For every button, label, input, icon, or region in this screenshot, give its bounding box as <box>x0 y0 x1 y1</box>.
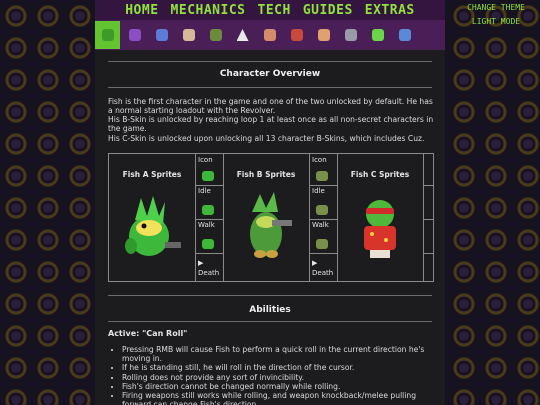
fish-icon <box>202 171 214 181</box>
fish-a-label: Fish A Sprites <box>122 170 182 179</box>
nav-tech[interactable]: TECH <box>258 3 291 18</box>
divider <box>108 87 432 88</box>
death-label: Death <box>312 269 334 277</box>
theme-actions: CHANGE THEME LIGHT MODE <box>452 1 540 29</box>
idle-cell: Idle <box>195 185 223 220</box>
icon-cell <box>423 154 433 186</box>
fish-c-label: Fish C Sprites <box>350 170 410 179</box>
idle-cell: Idle <box>309 185 337 220</box>
active-ability-label: Active: "Can Roll" <box>108 329 188 338</box>
character-selector <box>95 20 445 50</box>
icon-label: Icon <box>198 156 213 164</box>
crystal-icon <box>128 29 141 41</box>
walk-cell <box>423 219 433 254</box>
plant-icon <box>209 29 222 41</box>
fish-b-variants: Icon Idle Walk ▶ Death <box>309 154 338 281</box>
list-item: Firing weapons still works while rolling… <box>122 391 442 405</box>
list-item: If he is standing still, he will roll in… <box>122 363 442 372</box>
fish-b-sprite <box>236 190 296 266</box>
fish-a-sprite <box>119 190 185 266</box>
horror-icon <box>371 29 384 41</box>
fish-b-label: Fish B Sprites <box>236 170 296 179</box>
divider <box>108 321 432 322</box>
fish-walk-icon <box>202 239 214 249</box>
change-theme-button[interactable]: CHANGE THEME <box>452 1 540 15</box>
fish-c-variants <box>423 154 433 281</box>
fish-a-column: Fish A Sprites <box>109 154 196 281</box>
list-item: Rolling does not provide any sort of inv… <box>122 373 442 382</box>
overview-heading: Character Overview <box>219 69 321 79</box>
overview-paragraph-2: His B-Skin is unlocked by reaching loop … <box>108 115 434 134</box>
yv-icon <box>236 29 249 41</box>
overview-paragraph-1: Fish is the first character in the game … <box>108 97 433 116</box>
nav-guides[interactable]: GUIDES <box>303 3 353 18</box>
chicken-icon <box>317 29 330 41</box>
fish-b-column: Fish B Sprites <box>223 154 310 281</box>
death-cell[interactable]: ▶ Death <box>195 253 223 281</box>
sprite-table: Fish A Sprites Icon Idle Walk ▶ Death Fis… <box>108 153 434 282</box>
fish-b-walk-icon <box>316 239 328 249</box>
divider <box>108 295 432 296</box>
overview-paragraph-3: His C-Skin is unlocked upon unlocking al… <box>108 134 425 143</box>
char-fish-button[interactable] <box>95 21 120 49</box>
fish-c-column: Fish C Sprites <box>337 154 424 281</box>
char-rebel-button[interactable] <box>338 21 363 49</box>
melting-icon <box>182 29 195 41</box>
play-icon: ▶ <box>198 259 204 267</box>
char-horror-button[interactable] <box>365 21 390 49</box>
death-label: Death <box>198 269 220 277</box>
icon-cell: Icon <box>309 154 337 186</box>
idle-cell <box>423 185 433 220</box>
nav-extras[interactable]: EXTRAS <box>365 3 415 18</box>
rebel-icon <box>344 29 357 41</box>
fish-idle-icon <box>202 205 214 215</box>
char-crystal-button[interactable] <box>122 21 147 49</box>
rogue-icon <box>398 29 411 41</box>
list-item: Fish's direction cannot be changed norma… <box>122 382 442 391</box>
char-steroids-button[interactable] <box>257 21 282 49</box>
top-nav: HOME MECHANICS TECH GUIDES EXTRAS <box>95 0 445 20</box>
fish-a-variants: Icon Idle Walk ▶ Death <box>195 154 224 281</box>
idle-label: Idle <box>312 187 325 195</box>
fish-b-idle-icon <box>316 205 328 215</box>
char-rogue-button[interactable] <box>392 21 417 49</box>
death-cell[interactable] <box>423 253 433 281</box>
nav-home[interactable]: HOME <box>125 3 158 18</box>
light-mode-button[interactable]: LIGHT MODE <box>452 15 540 29</box>
char-robot-button[interactable] <box>284 21 309 49</box>
walk-label: Walk <box>198 221 215 229</box>
play-icon: ▶ <box>312 259 318 267</box>
eyes-icon <box>155 29 168 41</box>
steroids-icon <box>263 29 276 41</box>
walk-cell: Walk <box>195 219 223 254</box>
char-eyes-button[interactable] <box>149 21 174 49</box>
robot-icon <box>290 29 303 41</box>
char-yv-button[interactable] <box>230 21 255 49</box>
walk-cell: Walk <box>309 219 337 254</box>
char-melting-button[interactable] <box>176 21 201 49</box>
char-plant-button[interactable] <box>203 21 228 49</box>
list-item: Pressing RMB will cause Fish to perform … <box>122 345 442 363</box>
ability-list: Pressing RMB will cause Fish to perform … <box>108 345 442 405</box>
walk-label: Walk <box>312 221 329 229</box>
icon-cell: Icon <box>195 154 223 186</box>
icon-label: Icon <box>312 156 327 164</box>
fish-c-sprite <box>350 190 410 266</box>
abilities-heading: Abilities <box>249 305 291 315</box>
fish-b-icon <box>316 171 328 181</box>
idle-label: Idle <box>198 187 211 195</box>
death-cell[interactable]: ▶ Death <box>309 253 337 281</box>
char-chicken-button[interactable] <box>311 21 336 49</box>
nav-mechanics[interactable]: MECHANICS <box>171 3 246 18</box>
divider <box>108 61 432 62</box>
content-panel: Character Overview Fish is the first cha… <box>95 50 445 405</box>
fish-icon <box>101 29 114 41</box>
